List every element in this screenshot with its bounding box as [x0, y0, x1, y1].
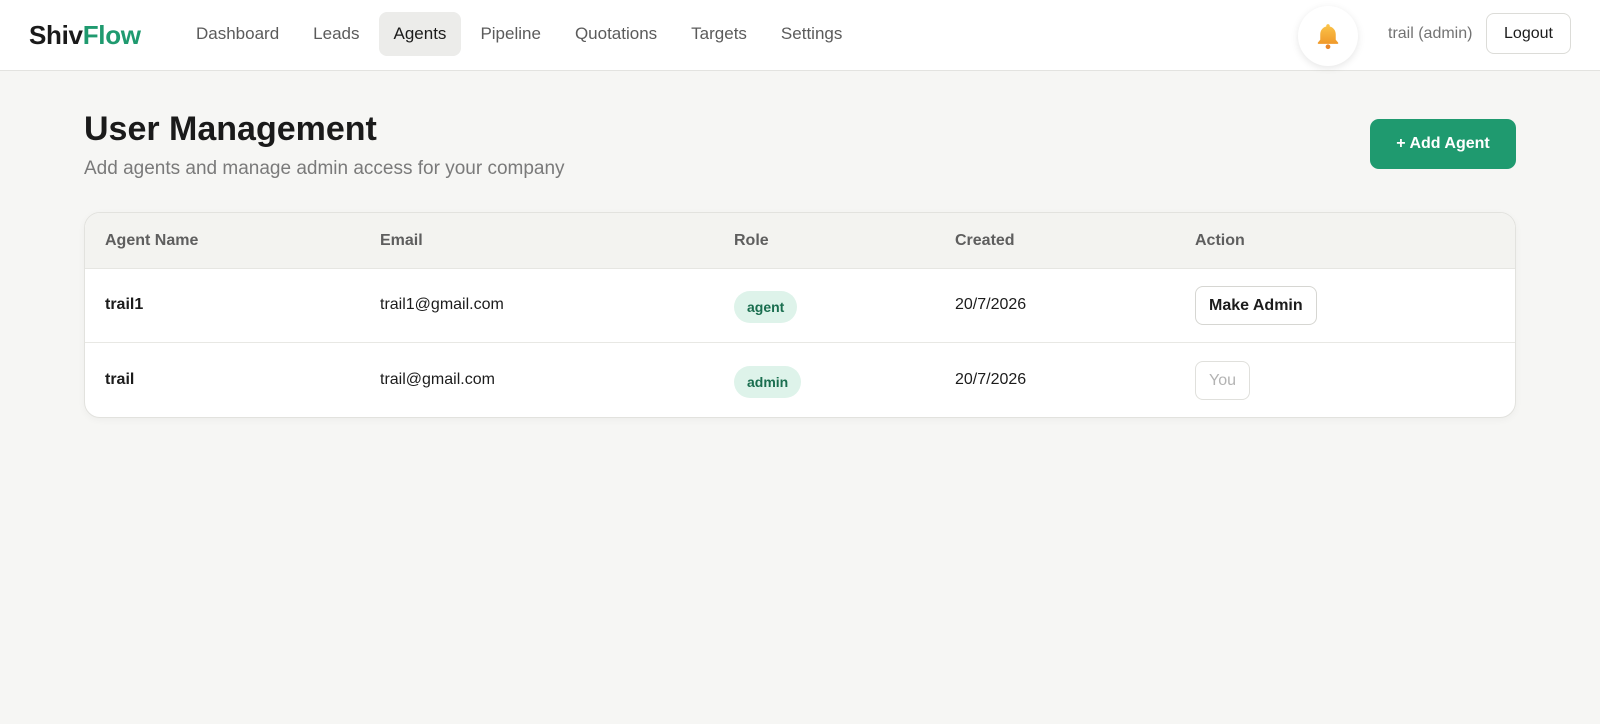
agent-name-cell: trail: [105, 371, 135, 388]
table-row: trail trail@gmail.com admin 20/7/2026 Yo…: [85, 344, 1515, 417]
nav-item-pipeline[interactable]: Pipeline: [465, 12, 556, 56]
brand-logo[interactable]: ShivFlow: [29, 20, 141, 51]
logout-button[interactable]: Logout: [1486, 13, 1571, 54]
column-header-role: Role: [734, 232, 769, 249]
add-agent-button[interactable]: + Add Agent: [1370, 119, 1516, 169]
column-header-action: Action: [1195, 232, 1245, 249]
agents-table: Agent Name Email Role Created Action tra…: [84, 212, 1516, 418]
main-nav: Dashboard Leads Agents Pipeline Quotatio…: [181, 12, 861, 56]
brand-name-part1: Shiv: [29, 20, 83, 50]
email-cell: trail@gmail.com: [380, 371, 495, 388]
nav-item-leads[interactable]: Leads: [298, 12, 374, 56]
notifications-button[interactable]: [1298, 6, 1358, 66]
make-admin-button[interactable]: Make Admin: [1195, 286, 1317, 325]
nav-item-settings[interactable]: Settings: [766, 12, 857, 56]
current-user-label: trail (admin): [1388, 25, 1473, 42]
top-navbar: ShivFlow Dashboard Leads Agents Pipeline…: [0, 0, 1600, 71]
page-title: User Management: [84, 110, 377, 148]
page-subtitle: Add agents and manage admin access for y…: [84, 158, 565, 179]
created-date-cell: 20/7/2026: [955, 296, 1027, 313]
table-header: Agent Name Email Role Created Action: [85, 213, 1515, 269]
brand-name-part2: Flow: [82, 20, 141, 50]
email-cell: trail1@gmail.com: [380, 296, 504, 313]
nav-item-dashboard[interactable]: Dashboard: [181, 12, 294, 56]
table-row: trail1 trail1@gmail.com agent 20/7/2026 …: [85, 269, 1515, 343]
nav-item-agents[interactable]: Agents: [378, 12, 462, 56]
created-date-cell: 20/7/2026: [955, 371, 1027, 388]
bell-icon: [1317, 24, 1339, 50]
nav-item-targets[interactable]: Targets: [676, 12, 762, 56]
column-header-email: Email: [380, 232, 423, 249]
role-badge: agent: [734, 291, 798, 323]
role-badge: admin: [734, 366, 802, 398]
column-header-agent-name: Agent Name: [105, 232, 199, 249]
nav-item-quotations[interactable]: Quotations: [560, 12, 672, 56]
agent-name-cell: trail1: [105, 296, 144, 313]
column-header-created: Created: [955, 232, 1015, 249]
self-indicator-button: You: [1195, 361, 1250, 400]
